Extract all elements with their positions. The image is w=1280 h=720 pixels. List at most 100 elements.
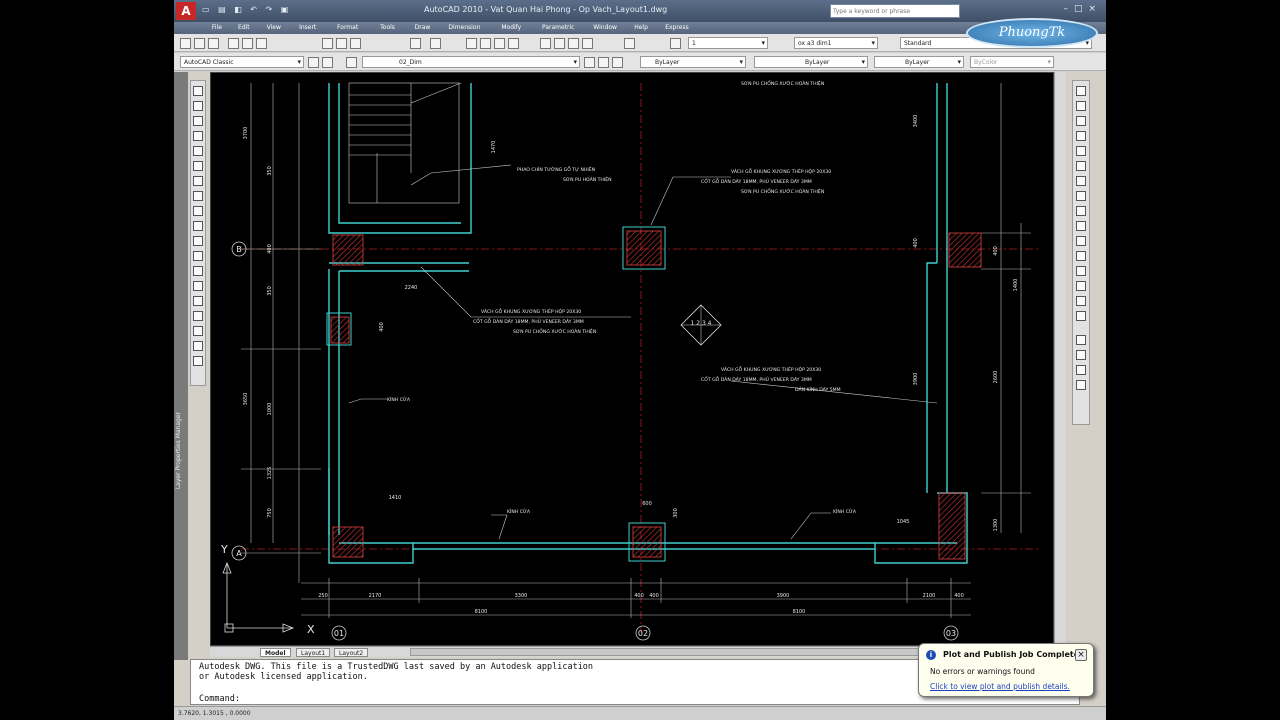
textstyle-select[interactable]: ox a3 dim1 bbox=[794, 37, 878, 49]
quick-access-toolbar[interactable]: ▭ ▤ ◧ ↶ ↷ ▣ bbox=[202, 5, 291, 14]
menu-dimension[interactable]: Dimension bbox=[439, 22, 489, 33]
tab-layout1[interactable]: Layout1 bbox=[296, 648, 331, 657]
insert-block-icon[interactable] bbox=[193, 251, 203, 261]
scale-icon[interactable] bbox=[1076, 191, 1086, 201]
revision-cloud-icon[interactable] bbox=[193, 191, 203, 201]
pan-icon[interactable] bbox=[466, 38, 477, 49]
fillet-icon[interactable] bbox=[1076, 296, 1086, 306]
menu-format[interactable]: Format bbox=[328, 22, 368, 33]
menu-express[interactable]: Express bbox=[657, 22, 697, 33]
break-icon[interactable] bbox=[1076, 251, 1086, 261]
erase-icon[interactable] bbox=[1076, 86, 1086, 96]
publish-icon[interactable] bbox=[256, 38, 267, 49]
mirror-icon[interactable] bbox=[1076, 116, 1086, 126]
extend-icon[interactable] bbox=[1076, 236, 1086, 246]
layer-previous-icon[interactable] bbox=[598, 57, 609, 68]
vertical-scrollbar[interactable] bbox=[1054, 72, 1066, 646]
close-icon[interactable]: × bbox=[1075, 649, 1087, 661]
minimize-icon[interactable]: – bbox=[1063, 4, 1074, 14]
open-file-icon[interactable] bbox=[194, 38, 205, 49]
help-search-input[interactable]: Type a keyword or phrase bbox=[830, 4, 960, 18]
stretch-icon[interactable] bbox=[1076, 206, 1086, 216]
join-icon[interactable] bbox=[1076, 266, 1086, 276]
menu-file[interactable]: File bbox=[206, 22, 228, 33]
paste-icon[interactable] bbox=[350, 38, 361, 49]
menu-draw[interactable]: Draw bbox=[407, 22, 437, 33]
array-icon[interactable] bbox=[1076, 146, 1086, 156]
table-icon[interactable] bbox=[193, 341, 203, 351]
rotate-icon[interactable] bbox=[1076, 176, 1086, 186]
ellipse-icon[interactable] bbox=[193, 221, 203, 231]
zoom-realtime-icon[interactable] bbox=[480, 38, 491, 49]
dim-style-icon[interactable] bbox=[670, 38, 681, 49]
menu-tools[interactable]: Tools bbox=[370, 22, 406, 33]
workspace-gear-icon[interactable] bbox=[322, 57, 333, 68]
make-current-layer-icon[interactable] bbox=[584, 57, 595, 68]
move-icon[interactable] bbox=[1076, 161, 1086, 171]
menu-window[interactable]: Window bbox=[585, 22, 625, 33]
save-icon[interactable] bbox=[208, 38, 219, 49]
menu-modify[interactable]: Modify bbox=[491, 22, 531, 33]
lineweight-select[interactable]: ByLayer bbox=[874, 56, 964, 68]
arc-icon[interactable] bbox=[193, 161, 203, 171]
gradient-icon[interactable] bbox=[193, 311, 203, 321]
calculator-icon[interactable] bbox=[624, 38, 635, 49]
sheet-set-icon[interactable] bbox=[582, 38, 593, 49]
plot-details-link[interactable]: Click to view plot and publish details. bbox=[930, 682, 1070, 691]
new-file-icon[interactable] bbox=[180, 38, 191, 49]
tool-palettes-icon[interactable] bbox=[568, 38, 579, 49]
bring-front-icon[interactable] bbox=[1076, 350, 1086, 360]
command-prompt[interactable]: Command: bbox=[199, 694, 240, 704]
copy-object-icon[interactable] bbox=[1076, 101, 1086, 111]
polyline-icon[interactable] bbox=[193, 116, 203, 126]
region-icon[interactable] bbox=[193, 326, 203, 336]
window-controls[interactable]: –□× bbox=[1063, 4, 1102, 14]
make-block-icon[interactable] bbox=[193, 266, 203, 276]
polygon-icon[interactable] bbox=[193, 131, 203, 141]
layer-states-icon[interactable] bbox=[612, 57, 623, 68]
tab-model[interactable]: Model bbox=[260, 648, 291, 657]
plot-preview-icon[interactable] bbox=[242, 38, 253, 49]
layer-manager-icon[interactable] bbox=[346, 57, 357, 68]
properties-icon[interactable] bbox=[540, 38, 551, 49]
cut-icon[interactable] bbox=[322, 38, 333, 49]
copy-icon[interactable] bbox=[336, 38, 347, 49]
plot-icon[interactable] bbox=[228, 38, 239, 49]
send-back-icon[interactable] bbox=[1076, 365, 1086, 375]
maximize-icon[interactable]: □ bbox=[1074, 4, 1089, 14]
text-front-icon[interactable] bbox=[1076, 380, 1086, 390]
linetype-select[interactable]: ByLayer bbox=[754, 56, 868, 68]
tab-layout2[interactable]: Layout2 bbox=[334, 648, 369, 657]
layer-select[interactable]: 02_Dim bbox=[362, 56, 580, 68]
ellipse-arc-icon[interactable] bbox=[193, 236, 203, 246]
line-icon[interactable] bbox=[193, 86, 203, 96]
spline-icon[interactable] bbox=[193, 206, 203, 216]
explode-icon[interactable] bbox=[1076, 311, 1086, 321]
menu-parametric[interactable]: Parametric bbox=[533, 22, 583, 33]
trim-icon[interactable] bbox=[1076, 221, 1086, 231]
menu-view[interactable]: View bbox=[260, 22, 288, 33]
hatch-icon[interactable] bbox=[193, 296, 203, 306]
menu-edit[interactable]: Edit bbox=[230, 22, 258, 33]
undo-icon[interactable] bbox=[410, 38, 421, 49]
design-center-icon[interactable] bbox=[554, 38, 565, 49]
color-select[interactable]: ByLayer bbox=[640, 56, 746, 68]
menu-insert[interactable]: Insert bbox=[290, 22, 326, 33]
drawing-area[interactable]: 1 2 3 4 01 02 03 B A X Y SƠN PU CHỐNG XƯ… bbox=[210, 72, 1054, 646]
offset-icon[interactable] bbox=[1076, 131, 1086, 141]
zoom-previous-icon[interactable] bbox=[508, 38, 519, 49]
layer-properties-palette[interactable]: Layer Properties Manager bbox=[174, 72, 188, 660]
multiline-text-icon[interactable] bbox=[193, 356, 203, 366]
redo-icon[interactable] bbox=[430, 38, 441, 49]
point-icon[interactable] bbox=[193, 281, 203, 291]
zoom-window-icon[interactable] bbox=[494, 38, 505, 49]
dimstyle-select[interactable]: 1 bbox=[688, 37, 768, 49]
chamfer-icon[interactable] bbox=[1076, 281, 1086, 291]
plot-publish-notification[interactable]: i Plot and Publish Job Complete × No err… bbox=[918, 643, 1094, 697]
close-icon[interactable]: × bbox=[1088, 4, 1102, 14]
rectangle-icon[interactable] bbox=[193, 146, 203, 156]
autocad-logo-icon[interactable]: A bbox=[176, 2, 196, 20]
plotstyle-select[interactable]: ByColor bbox=[970, 56, 1054, 68]
construction-line-icon[interactable] bbox=[193, 101, 203, 111]
workspace-select[interactable]: AutoCAD Classic bbox=[180, 56, 304, 68]
